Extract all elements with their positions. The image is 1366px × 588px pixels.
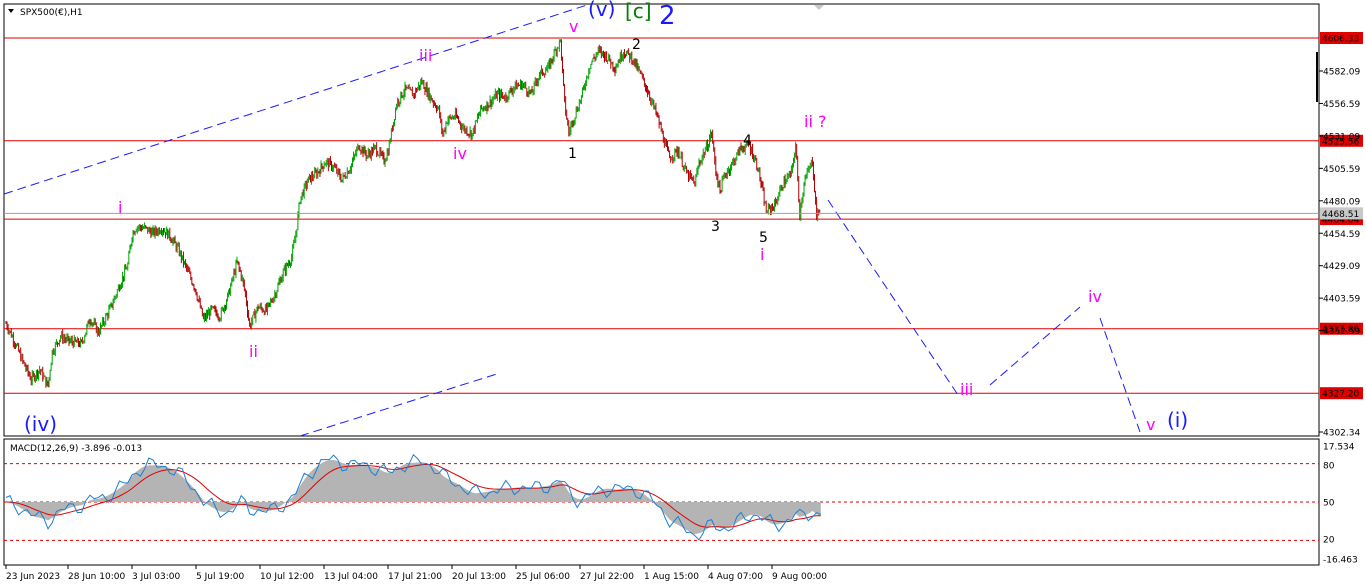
time-tick-label-10: 1 Aug 15:00 — [644, 572, 699, 582]
time-tick-label-11: 4 Aug 07:00 — [708, 572, 763, 582]
macd-tick-label-2: 50 — [1323, 499, 1335, 509]
wave-label-ii: ii — [249, 342, 258, 361]
price-tick-label-4: 4480.09 — [1323, 197, 1360, 207]
wave-label-v: v — [569, 17, 578, 36]
level-price-label-4: 4327.20 — [1322, 390, 1359, 400]
time-tick-label-3: 5 Jul 19:00 — [196, 572, 245, 582]
wave-label-iv-primary: (iv) — [24, 412, 57, 436]
macd-title: MACD(12,26,9) -3.896 -0.013 — [10, 444, 142, 454]
chart-canvas: SPX500(€),H1 MACD(12,26,9) -3.896 -0.013… — [0, 0, 1366, 588]
wave-label-2-major: 2 — [659, 1, 676, 31]
price-tick-label-7: 4403.59 — [1323, 295, 1360, 305]
price-tick-label-5: 4454.59 — [1323, 230, 1360, 240]
time-tick-label-2: 3 Jul 03:00 — [132, 572, 181, 582]
current-price-label: 4468.51 — [1322, 210, 1359, 220]
wave-label-iii: iii — [419, 46, 432, 65]
wave-label-iii-projected: iii — [960, 380, 973, 399]
chart-root: SPX500(€),H1 MACD(12,26,9) -3.896 -0.013… — [0, 0, 1366, 588]
time-tick-label-12: 9 Aug 00:00 — [772, 572, 827, 582]
chart-background — [0, 0, 1366, 588]
time-tick-label-8: 25 Jul 06:00 — [516, 572, 570, 582]
price-tick-label-0: 4582.09 — [1323, 68, 1360, 78]
macd-tick-label-1: 80 — [1323, 462, 1335, 472]
wave-label-1: 1 — [568, 146, 577, 162]
wave-label-v-projected: v — [1146, 415, 1155, 434]
price-tick-label-2: 4531.09 — [1323, 132, 1360, 142]
wave-label-2: 2 — [632, 37, 641, 53]
wave-label-i-new: i — [760, 245, 764, 264]
price-tick-label-9: 4302.34 — [1323, 429, 1360, 439]
main-chart-title: SPX500(€),H1 — [20, 8, 83, 18]
wave-label-iv: iv — [453, 144, 467, 163]
time-tick-label-6: 17 Jul 21:00 — [388, 572, 442, 582]
wave-label-ii-question: ii ? — [804, 112, 826, 131]
wave-label-3: 3 — [711, 219, 720, 235]
time-tick-label-0: 23 Jun 2023 — [6, 572, 60, 582]
price-tick-label-8: 4352.59 — [1323, 327, 1360, 337]
wave-label-iv-projected: iv — [1088, 287, 1102, 306]
wave-label-i-primary-projected: (i) — [1167, 408, 1188, 432]
macd-tick-label-0: 17.534 — [1323, 443, 1355, 453]
macd-tick-label-4: -16.463 — [1323, 556, 1358, 566]
wave-label-4: 4 — [743, 133, 752, 149]
wave-label-v-primary: (v) — [588, 0, 615, 21]
level-price-label-0: 4606.33 — [1322, 35, 1359, 45]
time-tick-label-5: 13 Jul 04:00 — [324, 572, 378, 582]
price-tick-label-6: 4429.09 — [1323, 262, 1360, 272]
time-tick-label-1: 28 Jun 10:00 — [68, 572, 125, 582]
wave-label-i: i — [118, 198, 122, 217]
wave-label-5: 5 — [759, 230, 768, 246]
price-tick-label-3: 4505.59 — [1323, 165, 1360, 175]
wave-label-c: [c] — [625, 0, 652, 23]
macd-tick-label-3: 20 — [1323, 536, 1335, 546]
time-tick-label-9: 27 Jul 22:00 — [580, 572, 634, 582]
time-tick-label-4: 10 Jul 12:00 — [260, 572, 314, 582]
time-tick-label-7: 20 Jul 13:00 — [452, 572, 506, 582]
price-tick-label-1: 4556.59 — [1323, 100, 1360, 110]
